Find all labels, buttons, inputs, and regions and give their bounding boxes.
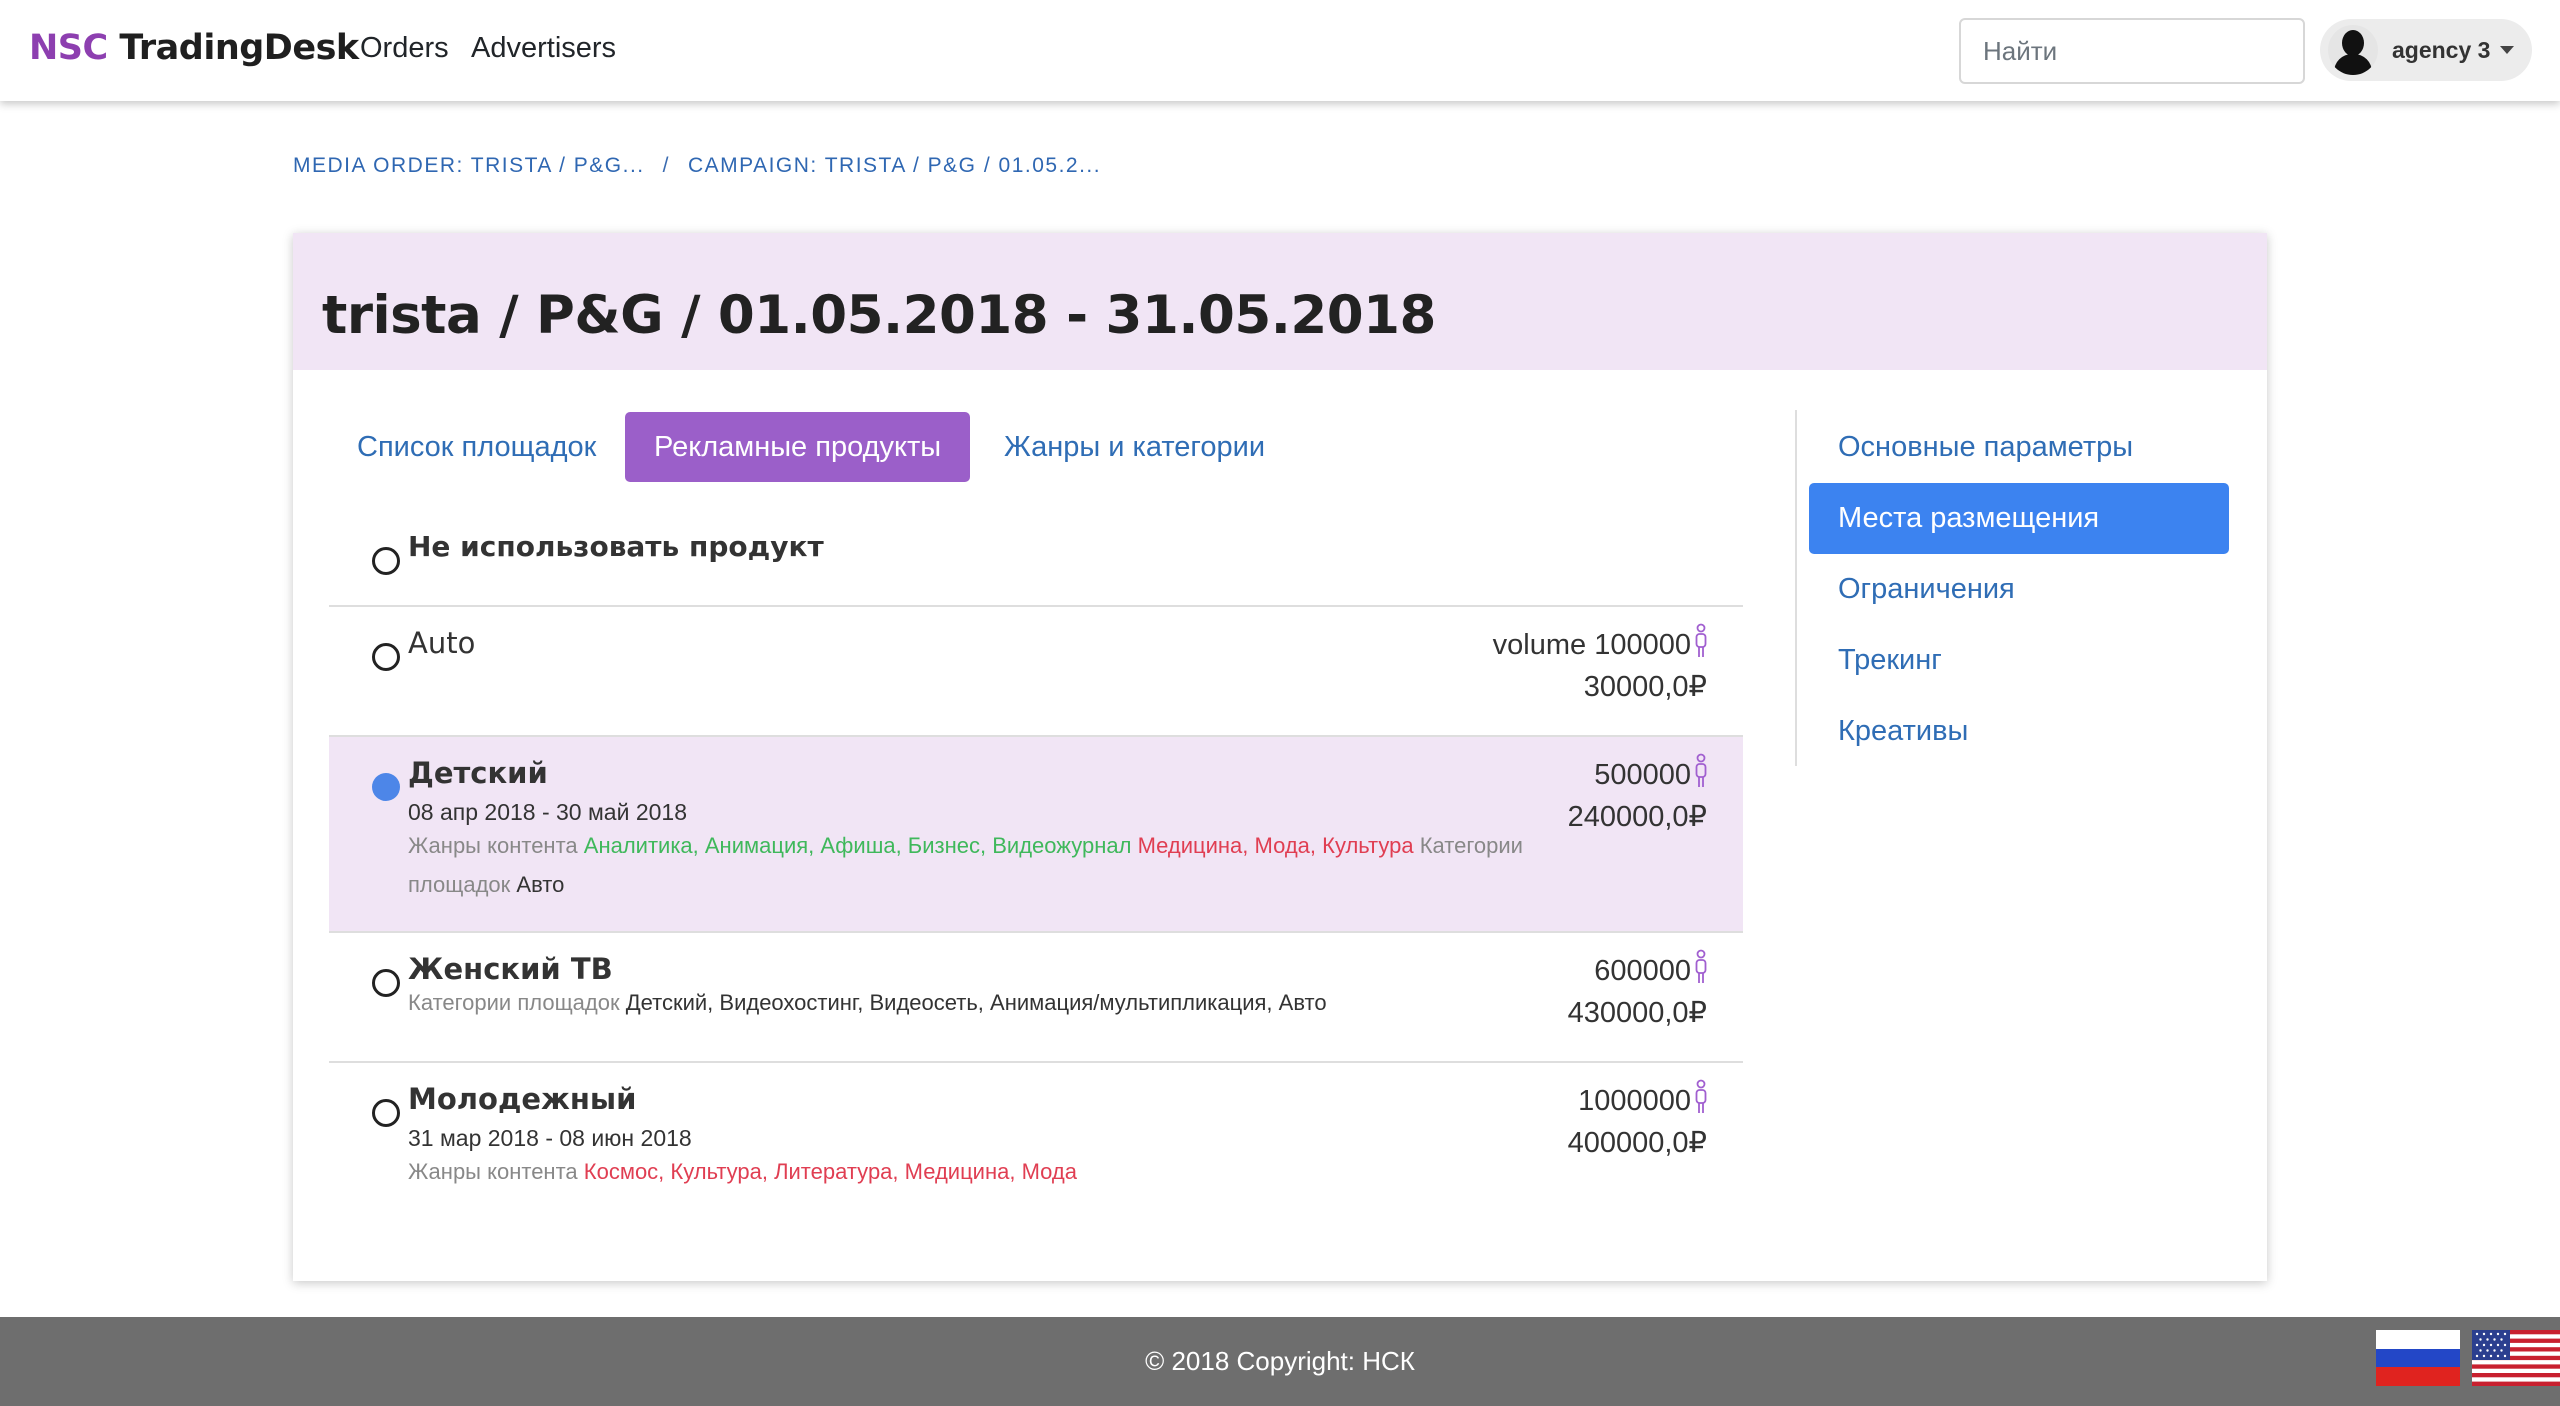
breadcrumb-media-order[interactable]: MEDIA ORDER: TRISTA / P&G...: [293, 154, 645, 178]
product-name: Не использовать продукт: [408, 530, 824, 563]
product-dates: 31 мар 2018 - 08 июн 2018: [408, 1125, 692, 1151]
product-name: Молодежный: [408, 1082, 637, 1116]
product-name: Детский: [408, 756, 548, 790]
search-input[interactable]: [1959, 18, 2305, 84]
user-name: agency 3: [2392, 36, 2491, 63]
volume-value: 100000: [1594, 629, 1691, 661]
volume-value: 1000000: [1578, 1085, 1691, 1117]
product-dates: 08 апр 2018 - 30 май 2018: [408, 799, 687, 825]
avatar-head: [2342, 30, 2364, 56]
person-icon: [1695, 753, 1707, 787]
person-icon: [1695, 623, 1707, 657]
footer-copyright: © 2018 Copyright: НСК: [1145, 1346, 1415, 1376]
tab-ad-products[interactable]: Рекламные продукты: [625, 412, 971, 482]
product-name: Auto: [408, 626, 476, 660]
side-nav-restrictions[interactable]: Ограничения: [1809, 554, 2229, 625]
breadcrumb-campaign[interactable]: CAMPAIGN: TRISTA / P&G / 01.05.2...: [688, 154, 1101, 178]
brand-logo[interactable]: NSC TradingDesk: [29, 28, 359, 68]
footer: © 2018 Copyright: НСК: [0, 1317, 2560, 1406]
product-volume: 600000: [1594, 949, 1709, 991]
product-option-women-tv[interactable]: Женский ТВ Категории площадок Детский, В…: [329, 933, 1743, 1063]
russian-flag-icon[interactable]: [2376, 1330, 2460, 1386]
product-option-kids[interactable]: Детский 08 апр 2018 - 30 май 2018 Жанры …: [329, 737, 1743, 933]
breadcrumb-separator: /: [662, 154, 670, 177]
avatar: [2328, 25, 2378, 75]
product-targeting: Жанры контента Аналитика, Анимация, Афиш…: [408, 826, 1578, 904]
product-option-none[interactable]: Не использовать продукт: [329, 513, 1743, 607]
side-nav-divider: [1795, 410, 1797, 766]
product-targeting: Категории площадок Детский, Видеохостинг…: [408, 983, 1578, 1022]
side-nav-creatives[interactable]: Креативы: [1809, 696, 2229, 767]
nav-orders-link[interactable]: Orders: [360, 32, 449, 65]
product-option-youth[interactable]: Молодежный 31 мар 2018 - 08 июн 2018 Жан…: [329, 1063, 1743, 1203]
avatar-body: [2334, 54, 2372, 75]
categories-value: Авто: [516, 872, 565, 897]
genres-excluded: Космос, Культура, Литература, Медицина, …: [583, 1159, 1077, 1184]
brand-tradingdesk: TradingDesk: [119, 28, 359, 68]
person-icon: [1695, 949, 1707, 983]
categories-label: Категории площадок: [408, 990, 620, 1015]
us-flag-icon[interactable]: [2472, 1330, 2560, 1386]
radio-button[interactable]: [372, 547, 400, 575]
campaign-card: trista / P&G / 01.05.2018 - 31.05.2018 С…: [293, 233, 2267, 1281]
chevron-down-icon: [2500, 46, 2515, 54]
brand-nsc: NSC: [29, 28, 108, 68]
product-targeting: Жанры контента Космос, Культура, Литерат…: [408, 1152, 1578, 1191]
side-nav-placements[interactable]: Места размещения: [1809, 483, 2229, 554]
radio-button[interactable]: [372, 1099, 400, 1127]
radio-button[interactable]: [372, 969, 400, 997]
product-volume: volume 100000: [1492, 623, 1709, 665]
nav-advertisers-link[interactable]: Advertisers: [471, 32, 616, 65]
page-title: trista / P&G / 01.05.2018 - 31.05.2018: [322, 285, 1436, 346]
volume-value: 500000: [1594, 759, 1691, 791]
product-volume: 500000: [1594, 753, 1709, 795]
genres-excluded: Медицина, Мода, Культура: [1137, 833, 1414, 858]
card-header: trista / P&G / 01.05.2018 - 31.05.2018: [293, 233, 2267, 370]
user-menu[interactable]: agency 3: [2320, 19, 2532, 81]
genres-included: Аналитика, Анимация, Афиша, Бизнес, Виде…: [583, 833, 1132, 858]
product-volume: 1000000: [1578, 1079, 1709, 1121]
side-nav-main-params[interactable]: Основные параметры: [1809, 412, 2229, 483]
volume-label: volume: [1492, 629, 1587, 661]
volume-value: 600000: [1594, 955, 1691, 987]
product-option-auto[interactable]: Auto volume 100000 30000,0₽: [329, 607, 1743, 737]
product-price: 400000,0₽: [1567, 1127, 1707, 1159]
product-name: Женский ТВ: [408, 952, 613, 986]
radio-button-checked[interactable]: [372, 773, 400, 801]
genres-label: Жанры контента: [408, 833, 578, 858]
breadcrumb: MEDIA ORDER: TRISTA / P&G... / CAMPAIGN:…: [293, 154, 1101, 178]
categories-value: Детский, Видеохостинг, Видеосеть, Анимац…: [625, 990, 1327, 1015]
product-price: 240000,0₽: [1567, 801, 1707, 833]
side-nav-tracking[interactable]: Трекинг: [1809, 625, 2229, 696]
radio-button[interactable]: [372, 643, 400, 671]
person-icon: [1695, 1079, 1707, 1113]
tab-sites-list[interactable]: Список площадок: [328, 412, 625, 482]
tab-genres-categories[interactable]: Жанры и категории: [975, 412, 1294, 482]
top-navbar: NSC TradingDesk Orders Advertisers agenc…: [0, 0, 2560, 101]
product-price: 430000,0₽: [1567, 997, 1707, 1029]
genres-label: Жанры контента: [408, 1159, 578, 1184]
product-price: 30000,0₽: [1583, 671, 1707, 703]
